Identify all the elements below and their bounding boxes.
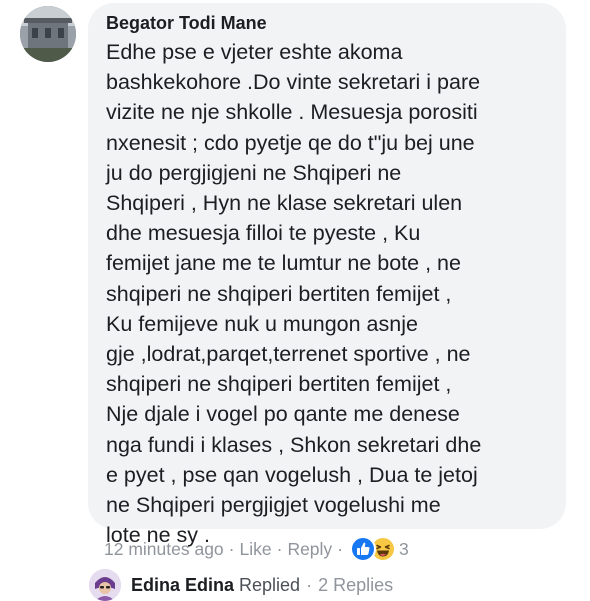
replied-label: Replied <box>239 574 301 595</box>
like-button[interactable]: Like <box>240 539 272 560</box>
comment-line: Nje djale i vogel po qante me denese <box>106 402 460 427</box>
like-icon <box>350 536 377 562</box>
separator-dot: · <box>337 538 344 559</box>
comment-line: ju do pergjigjeni ne Shqiperi ne <box>106 160 402 185</box>
replies-count-link[interactable]: 2 Replies <box>318 575 393 596</box>
commenter-avatar[interactable] <box>20 6 76 62</box>
replier-name[interactable]: Edina Edina <box>131 575 234 596</box>
replier-avatar <box>89 569 121 601</box>
comment-line: vizite ne nje shkolle . Mesuesja porosit… <box>106 100 478 125</box>
replies-summary[interactable]: Edina Edina Replied · 2 Replies <box>89 569 393 601</box>
comment-author[interactable]: Begator Todi Mane <box>106 13 267 34</box>
comment-line: shqiperi ne shqiperi bertiten femijet , <box>106 372 452 397</box>
separator-dot: · <box>276 538 283 559</box>
comment-text: Edhe pse e vjeter eshte akoma bashkekoho… <box>106 37 566 550</box>
timestamp-link[interactable]: 12 minutes ago <box>104 539 224 560</box>
comment-line: Ku femijeve nuk u mungon asnje <box>106 311 418 336</box>
comment-line: Shqiperi , Hyn ne klase sekretari ulen <box>106 191 463 216</box>
avatar-photo <box>20 6 76 62</box>
comment-line: e pyet , pse qan vogelush , Dua te jetoj <box>106 462 478 487</box>
comment-line: bashkekohore .Do vinte sekretari i pare <box>106 70 481 95</box>
reply-button[interactable]: Reply <box>287 539 332 560</box>
comment-line: shqiperi ne shqiperi bertiten femijet , <box>106 281 452 306</box>
comment-line: dhe mesuesja filloi te pyeste , Ku <box>106 221 421 246</box>
reaction-count[interactable]: 3 <box>399 539 409 560</box>
comment-line: nxenesit ; cdo pyetje qe do t"ju bej une <box>106 130 475 155</box>
comment-line: Edhe pse e vjeter eshte akoma <box>106 40 403 64</box>
separator-dot: · <box>228 538 235 559</box>
reactions-summary[interactable] <box>350 536 397 562</box>
comment-line: gje ,lodrat,parqet,terrenet sportive , n… <box>106 342 471 367</box>
comment-line: nga fundi i klases , Shkon sekretari dhe <box>106 432 482 457</box>
separator-dot: · <box>306 574 313 595</box>
comment-line: femijet jane me te lumtur ne bote , ne <box>106 251 461 276</box>
comment-line: ne Shqiperi pergjigjet vogelushi me <box>106 493 441 518</box>
comment-actions: 12 minutes ago · Like · Reply · 3 <box>104 536 409 562</box>
